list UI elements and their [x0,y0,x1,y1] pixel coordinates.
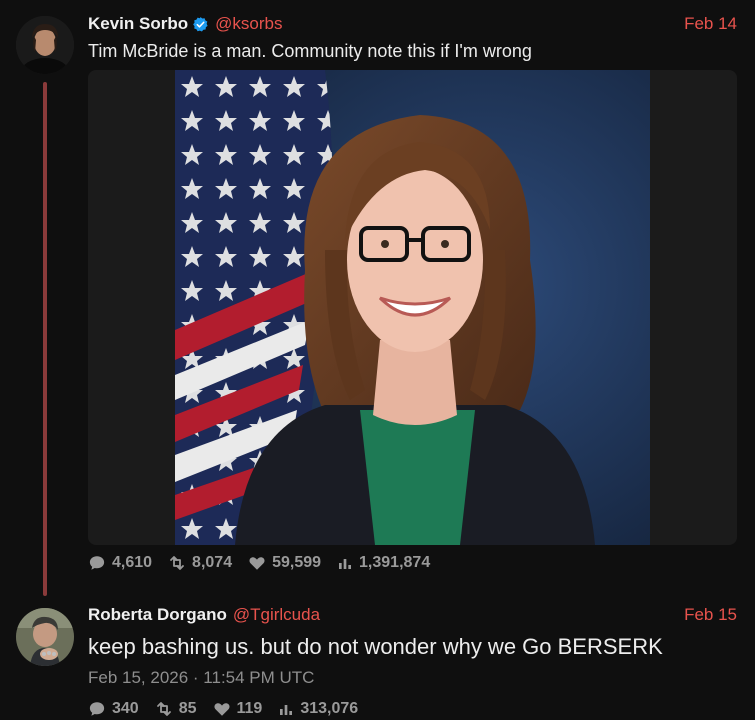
repost-icon [170,556,184,570]
post-header: Kevin Sorbo @ksorbs Feb 14 [88,12,737,36]
views-stat[interactable]: 1,391,874 [337,554,430,572]
post-header-container: Roberta Dorgano @Tgirlcuda Feb 15 keep b… [88,603,737,660]
repost-icon [156,702,171,716]
reply-icon [89,702,105,716]
views-count: 1,391,874 [359,554,431,571]
post-date[interactable]: Feb 14 [684,14,737,34]
like-stat[interactable]: 59,599 [248,554,321,572]
views-icon [280,705,293,715]
like-icon [213,703,230,716]
post-stats: 4,610 8,074 59,599 1,391,874 [88,554,446,572]
like-count: 119 [236,700,263,717]
author-handle[interactable]: @ksorbs [215,14,282,34]
repost-count: 85 [178,700,197,717]
like-icon [249,557,265,570]
reply-count: 4,610 [112,554,153,571]
reply-count: 340 [112,700,139,717]
views-stat[interactable]: 313,076 [278,700,358,718]
portrait-photo [175,70,650,545]
reply-icon [89,556,105,570]
reply-stat[interactable]: 4,610 [88,554,152,572]
post-text: Tim McBride is a man. Community note thi… [88,41,532,61]
post-timestamp[interactable]: Feb 15, 2026 · 11:54 PM UTC [88,668,314,688]
repost-count: 8,074 [192,554,233,571]
post-stats: 340 85 119 313,076 [88,700,374,718]
verified-badge-icon [193,16,208,32]
repost-stat[interactable]: 8,074 [168,554,232,572]
post-date[interactable]: Feb 15 [684,605,737,625]
repost-stat[interactable]: 85 [155,700,197,718]
post-header: Roberta Dorgano @Tgirlcuda Feb 15 [88,603,737,627]
views-count: 313,076 [300,700,359,717]
post-media[interactable] [88,70,737,545]
thread-connector-line [43,82,47,596]
author-handle[interactable]: @Tgirlcuda [233,605,320,625]
reply-stat[interactable]: 340 [88,700,139,718]
author-display-name[interactable]: Roberta Dorgano [88,605,227,625]
avatar[interactable] [16,16,74,74]
thread: Kevin Sorbo @ksorbs Feb 14 Tim McBride i… [0,0,755,720]
views-icon [339,559,352,569]
avatar[interactable] [16,608,74,666]
like-stat[interactable]: 119 [213,700,263,718]
like-count: 59,599 [272,554,322,571]
post-header-container: Kevin Sorbo @ksorbs Feb 14 Tim McBride i… [88,12,737,62]
author-display-name[interactable]: Kevin Sorbo [88,14,188,34]
post-text: keep bashing us. but do not wonder why w… [88,634,663,659]
